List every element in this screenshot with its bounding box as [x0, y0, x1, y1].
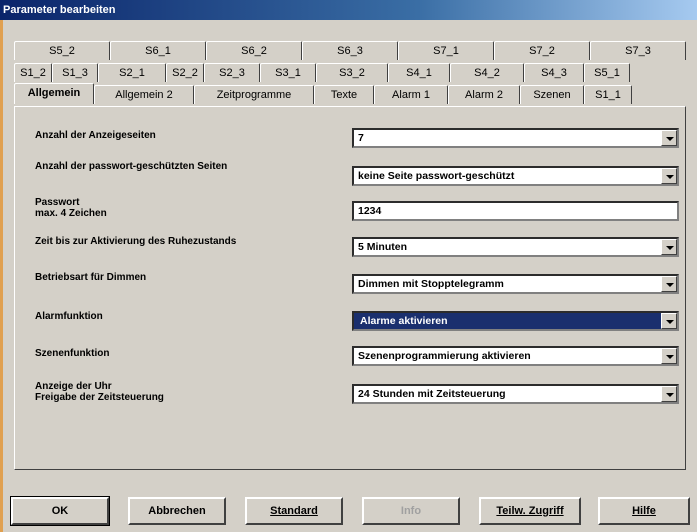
- chevron-down-icon[interactable]: [661, 313, 677, 329]
- passwort-seiten-value: keine Seite passwort-geschützt: [358, 170, 515, 182]
- tab-alarm-1[interactable]: Alarm 1: [374, 85, 448, 104]
- tab-s6-2[interactable]: S6_2: [206, 41, 302, 60]
- dimmen-select[interactable]: Dimmen mit Stopptelegramm: [352, 274, 679, 294]
- tab-s2-1[interactable]: S2_1: [98, 63, 166, 82]
- window-left-border: [0, 20, 3, 532]
- uhr-select[interactable]: 24 Stunden mit Zeitsteuerung: [352, 384, 679, 404]
- szenenfunktion-label: Szenenfunktion: [35, 348, 110, 359]
- teilw-zugriff-button[interactable]: Teilw. Zugriff: [479, 497, 581, 525]
- anzahl-anzeigeseiten-label: Anzahl der Anzeigeseiten: [35, 130, 156, 141]
- szenenfunktion-select[interactable]: Szenenprogrammierung aktivieren: [352, 346, 679, 366]
- dimmen-label: Betriebsart für Dimmen: [35, 272, 147, 283]
- ruhezustand-value: 5 Minuten: [358, 241, 407, 253]
- ruhezustand-select[interactable]: 5 Minuten: [352, 237, 679, 257]
- passwort-label-block: Passwort max. 4 Zeichen: [35, 197, 265, 219]
- tab-texte[interactable]: Texte: [314, 85, 374, 104]
- tab-szenen[interactable]: Szenen: [520, 85, 584, 104]
- tab-s3-2[interactable]: S3_2: [316, 63, 388, 82]
- chevron-down-icon[interactable]: [661, 386, 677, 402]
- passwort-seiten-select[interactable]: keine Seite passwort-geschützt: [352, 166, 679, 186]
- tab-s7-3[interactable]: S7_3: [590, 41, 686, 60]
- chevron-down-icon[interactable]: [661, 130, 677, 146]
- tab-s6-3[interactable]: S6_3: [302, 41, 398, 60]
- tab-s2-3[interactable]: S2_3: [204, 63, 260, 82]
- tab-s1-1[interactable]: S1_1: [584, 85, 632, 104]
- anzahl-anzeigeseiten-value: 7: [358, 132, 364, 144]
- tab-row-3: Allgemein Allgemein 2 Zeitprogramme Text…: [14, 83, 632, 104]
- passwort-sublabel: max. 4 Zeichen: [35, 208, 107, 219]
- passwort-label: Passwort: [35, 197, 80, 208]
- tab-s7-1[interactable]: S7_1: [398, 41, 494, 60]
- szenenfunktion-value: Szenenprogrammierung aktivieren: [358, 350, 531, 362]
- chevron-down-icon[interactable]: [661, 348, 677, 364]
- tab-s7-2[interactable]: S7_2: [494, 41, 590, 60]
- chevron-down-icon[interactable]: [661, 276, 677, 292]
- passwort-seiten-label-text: Anzahl der passwort-geschützten Seiten: [35, 161, 228, 172]
- parameter-window: Parameter bearbeiten S5_2 S6_1 S6_2 S6_3…: [0, 0, 697, 532]
- tab-s6-1[interactable]: S6_1: [110, 41, 206, 60]
- tab-alarm-2[interactable]: Alarm 2: [448, 85, 520, 104]
- ruhezustand-label: Zeit bis zur Aktivierung des Ruhezustand…: [35, 236, 265, 247]
- help-button[interactable]: Hilfe: [598, 497, 690, 525]
- ruhezustand-label-text: Zeit bis zur Aktivierung des Ruhezustand…: [35, 236, 237, 247]
- uhr-sublabel: Freigabe der Zeitsteuerung: [35, 392, 164, 403]
- tab-s4-2[interactable]: S4_2: [450, 63, 524, 82]
- tab-s4-3[interactable]: S4_3: [524, 63, 584, 82]
- tab-s4-1[interactable]: S4_1: [388, 63, 450, 82]
- passwort-value: 1234: [358, 205, 382, 217]
- passwort-input[interactable]: 1234: [352, 201, 679, 221]
- tab-allgemein[interactable]: Allgemein: [14, 83, 94, 104]
- window-title: Parameter bearbeiten: [0, 0, 697, 20]
- uhr-label: Anzeige der Uhr: [35, 381, 112, 392]
- tab-s1-3[interactable]: S1_3: [52, 63, 98, 82]
- passwort-seiten-label: Anzahl der passwort-geschützten Seiten: [35, 161, 265, 172]
- alarmfunktion-value: Alarme aktivieren: [358, 315, 450, 327]
- tab-s2-2[interactable]: S2_2: [166, 63, 204, 82]
- tab-row-1: S5_2 S6_1 S6_2 S6_3 S7_1 S7_2 S7_3: [14, 41, 686, 60]
- tab-zeitprogramme[interactable]: Zeitprogramme: [194, 85, 314, 104]
- tab-allgemein-2[interactable]: Allgemein 2: [94, 85, 194, 104]
- tab-s3-1[interactable]: S3_1: [260, 63, 316, 82]
- chevron-down-icon[interactable]: [661, 168, 677, 184]
- alarmfunktion-label: Alarmfunktion: [35, 311, 103, 322]
- info-button[interactable]: Info: [362, 497, 460, 525]
- alarmfunktion-select[interactable]: Alarme aktivieren: [352, 311, 679, 331]
- cancel-button[interactable]: Abbrechen: [128, 497, 226, 525]
- uhr-label-block: Anzeige der Uhr Freigabe der Zeitsteueru…: [35, 381, 265, 403]
- uhr-value: 24 Stunden mit Zeitsteuerung: [358, 388, 506, 400]
- tab-row-2: S1_2 S1_3 S2_1 S2_2 S2_3 S3_1 S3_2 S4_1 …: [14, 63, 630, 82]
- tab-s1-2[interactable]: S1_2: [14, 63, 52, 82]
- tab-s5-1[interactable]: S5_1: [584, 63, 630, 82]
- standard-button[interactable]: Standard: [245, 497, 343, 525]
- chevron-down-icon[interactable]: [661, 239, 677, 255]
- tab-s5-2[interactable]: S5_2: [14, 41, 110, 60]
- anzahl-anzeigeseiten-select[interactable]: 7: [352, 128, 679, 148]
- dimmen-value: Dimmen mit Stopptelegramm: [358, 278, 504, 290]
- ok-button[interactable]: OK: [10, 496, 110, 526]
